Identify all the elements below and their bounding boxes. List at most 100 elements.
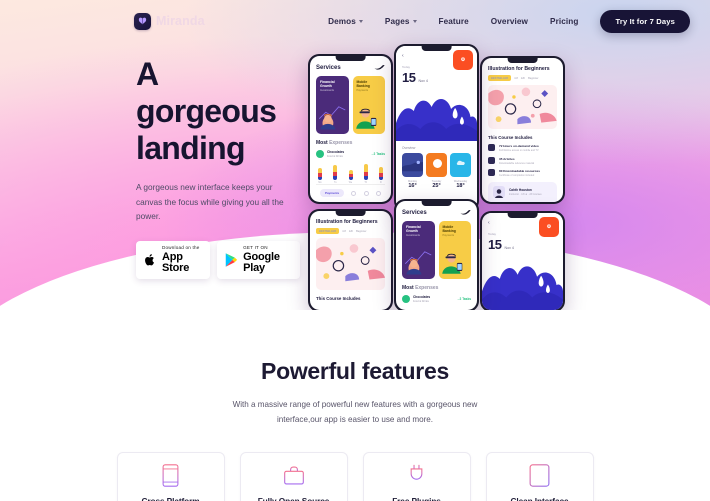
- page-title: A gorgeous landing: [136, 56, 300, 167]
- services-screen: Services Financial Growth Investments Mo…: [396, 201, 477, 310]
- app-store-badge[interactable]: Download on the App Store: [136, 240, 211, 279]
- weather-temperature: 15: [402, 70, 416, 85]
- settings-square-icon[interactable]: ⚙: [453, 50, 473, 70]
- phone-notch: [335, 56, 366, 61]
- chevron-down-icon: [412, 20, 417, 23]
- main-navigation: Miranda Demos Pages Feature Overview Pri…: [0, 0, 710, 42]
- forecast-card[interactable]: Monday 16°: [402, 153, 423, 189]
- feature-card-cross-platform[interactable]: Cross Platform: [116, 451, 225, 501]
- try-it-button[interactable]: Try It for 7 Days: [600, 9, 690, 33]
- google-play-label: Google Play: [243, 250, 280, 274]
- service-card[interactable]: Financial Growth Investments: [402, 221, 435, 279]
- google-play-icon: [224, 251, 238, 268]
- course-section-heading: This Course Includes: [316, 296, 361, 301]
- video-icon: [488, 144, 495, 152]
- nav-item-pricing[interactable]: Pricing: [539, 13, 589, 30]
- feature-card-open-source[interactable]: Fully Open Source: [239, 451, 348, 501]
- expense-title: Chocolates: [327, 150, 345, 155]
- hero-copy: A gorgeous landing A gorgeous new interf…: [0, 56, 300, 310]
- nav-item-feature[interactable]: Feature: [428, 13, 480, 30]
- brand-name: Miranda: [156, 14, 205, 28]
- course-level: Beginner: [356, 229, 367, 233]
- expense-row[interactable]: Chocolates Food & Drinks - 2 Tasks: [402, 295, 471, 303]
- service-card-title: Financial Growth: [320, 80, 335, 88]
- services-section-heading: Most Expenses: [402, 285, 439, 291]
- course-duration: 12h: [348, 229, 354, 233]
- feature-card-label: Free Plugins: [392, 495, 441, 501]
- hero-title-line-2: landing: [136, 130, 246, 167]
- payments-tab[interactable]: Payments: [320, 189, 345, 197]
- course-level: Beginner: [528, 76, 539, 80]
- forecast-temp: 25°: [432, 182, 441, 189]
- mobile-phone-icon: [162, 464, 179, 487]
- app-store-top-label: Download on the: [162, 244, 200, 250]
- feature-card-label: Clean Interface: [510, 495, 569, 501]
- expense-sub: Food & Drinks: [413, 299, 429, 303]
- hero-subtitle: A gorgeous new interface keeps your canv…: [136, 182, 284, 222]
- tablet-icon: [529, 464, 550, 487]
- chart-bar: [318, 168, 322, 180]
- expense-row[interactable]: Chocolates Food & Drinks - 2 Tasks: [316, 150, 385, 158]
- nav-item-overview[interactable]: Overview: [480, 13, 539, 30]
- settings-square-icon[interactable]: ⚙: [539, 217, 559, 237]
- expense-sub: Food & Drinks: [327, 154, 343, 158]
- features-section: Powerful features With a massive range o…: [0, 310, 710, 501]
- circle-icon[interactable]: [351, 190, 357, 196]
- nav-item-label: Demos: [328, 16, 356, 26]
- services-title: Services: [316, 64, 341, 71]
- apple-icon: [143, 251, 157, 268]
- service-card[interactable]: Mobile Banking Payments: [352, 76, 385, 134]
- instructor-meta: Instructor · 4.8 ★ · 23 Courses: [509, 193, 542, 196]
- article-icon: [488, 156, 495, 164]
- service-card-sub: Investments: [320, 89, 334, 92]
- google-play-top-label: GET IT ON: [243, 244, 268, 250]
- service-card-title: Mobile Banking: [356, 80, 370, 88]
- forecast-temp: 16°: [408, 182, 417, 189]
- course-section-heading: This Course Includes: [488, 135, 533, 141]
- include-sub: Full lifetime access on mobile and TV: [499, 149, 539, 153]
- weather-screen: ⚙ ‹ Today 15 Nov 4: [396, 46, 477, 210]
- circle-icon[interactable]: [375, 190, 381, 196]
- hero-title-line-1: A gorgeous: [136, 56, 277, 130]
- nav-item-pages[interactable]: Pages: [374, 13, 428, 30]
- feature-card-clean-interface[interactable]: Clean Interface: [485, 451, 594, 501]
- include-title: 35 Articles: [499, 156, 515, 161]
- course-illustration: [316, 238, 385, 290]
- service-card[interactable]: Financial Growth Investments: [316, 76, 349, 134]
- category-dot-icon: [316, 150, 324, 158]
- course-instructor[interactable]: Cahth Houston Instructor · 4.8 ★ · 23 Co…: [488, 182, 557, 202]
- forecast-card[interactable]: Tuesday 25°: [426, 153, 447, 189]
- chart-bar: [348, 170, 353, 180]
- phone-mockup-course-bottom: Illustration for Beginners BESTSELLER 4.…: [308, 209, 393, 310]
- nav-item-demos[interactable]: Demos: [317, 13, 374, 30]
- weather-forecast-cards: Monday 16° Tuesday 25° Wednesday 18°: [396, 153, 477, 189]
- phone-mockup-weather-top: ⚙ ‹ Today 15 Nov 4 Overview Monday 16° T…: [394, 44, 479, 212]
- services-title: Services: [402, 209, 427, 216]
- service-card-title: Financial Growth: [406, 225, 421, 233]
- services-screen: Services Financial Growth Investments Mo…: [310, 56, 391, 202]
- phone-notch: [507, 213, 538, 218]
- feature-card-free-plugins[interactable]: Free Plugins: [362, 451, 471, 501]
- course-include-item: 72 Hours on-demand video Full lifetime a…: [488, 144, 557, 152]
- google-play-badge[interactable]: GET IT ON Google Play: [217, 240, 300, 279]
- course-rating: 4.8: [342, 229, 346, 233]
- service-card[interactable]: Mobile Banking Payments: [438, 221, 471, 279]
- hero-section: Miranda Demos Pages Feature Overview Pri…: [0, 0, 710, 310]
- circle-icon[interactable]: [363, 190, 369, 196]
- bird-icon: [374, 64, 385, 70]
- hero-content: A gorgeous landing A gorgeous new interf…: [0, 42, 710, 310]
- course-include-item: 80 Downloadable resources Certificate of…: [488, 169, 557, 177]
- include-sub: Downloadable reference material: [499, 161, 535, 165]
- weather-date: Nov 4: [418, 79, 428, 83]
- phone-notch: [507, 58, 538, 63]
- weather-cloud-graphic: [482, 256, 563, 310]
- weather-screen: ⚙ ‹ Today 15 Nov 4: [482, 213, 563, 310]
- plug-icon: [408, 464, 425, 487]
- store-badges: Download on the App Store GET IT ON Goog…: [136, 240, 300, 279]
- weather-temperature: 15: [488, 237, 502, 252]
- course-duration: 12h: [520, 76, 526, 80]
- expense-title: Chocolates: [413, 295, 431, 300]
- forecast-card[interactable]: Wednesday 18°: [450, 153, 471, 189]
- brand-logo[interactable]: Miranda: [134, 12, 205, 30]
- forecast-temp: 18°: [456, 182, 465, 189]
